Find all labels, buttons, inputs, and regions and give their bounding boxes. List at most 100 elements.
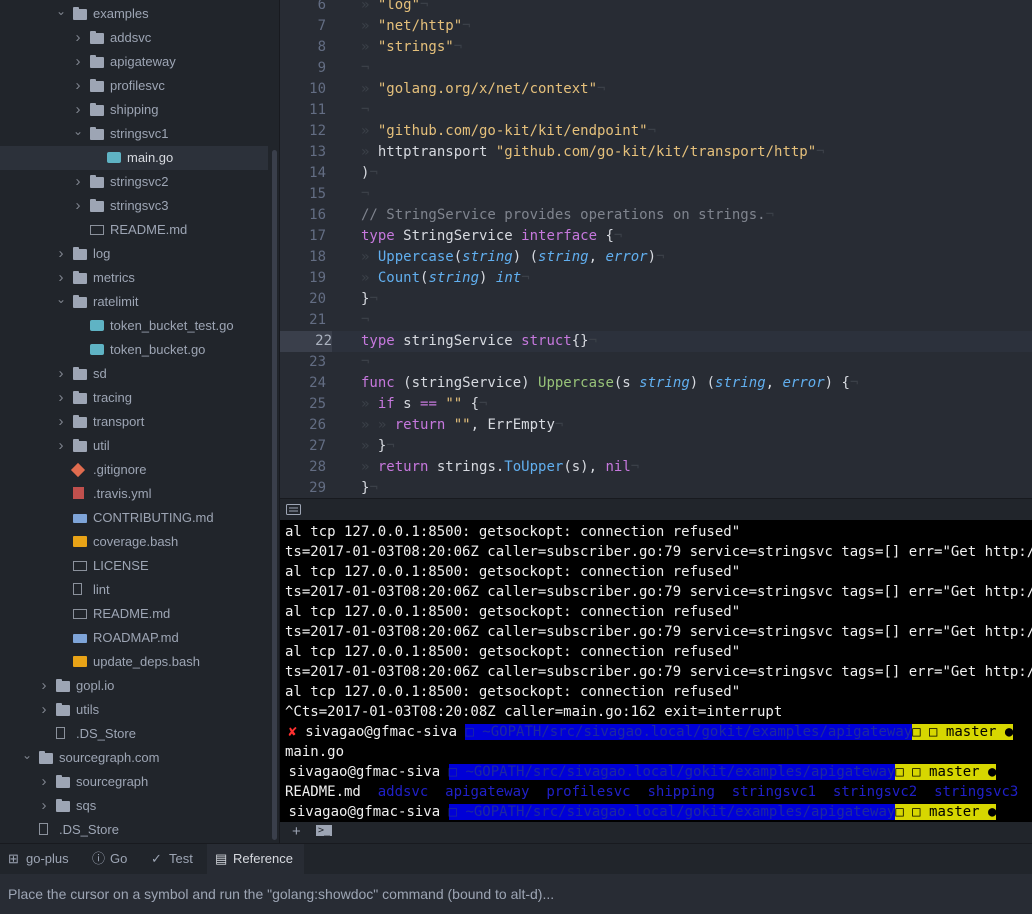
line-number[interactable]: 20 [280, 289, 326, 310]
tree-item[interactable]: update_deps.bash [0, 650, 268, 674]
code-line[interactable]: 20}¬ [280, 289, 1032, 310]
tree-item[interactable]: ⌄ stringsvc1 [0, 122, 268, 146]
chevron-right-icon[interactable]: › [73, 74, 83, 98]
tree-item[interactable]: › sqs [0, 794, 268, 818]
line-number[interactable]: 29 [280, 478, 326, 498]
line-number[interactable]: 26 [280, 415, 326, 436]
code-line[interactable]: 8 » "strings"¬ [280, 37, 1032, 58]
chevron-down-icon[interactable]: ⌄ [56, 287, 66, 311]
line-number[interactable]: 12 [280, 121, 326, 142]
line-number[interactable]: 7 [280, 16, 326, 37]
code-line[interactable]: 10 » "golang.org/x/net/context"¬ [280, 79, 1032, 100]
tree-item[interactable]: › log [0, 242, 268, 266]
terminal-panel[interactable]: al tcp 127.0.0.1:8500: getsockopt: conne… [280, 520, 1032, 822]
tree-item[interactable]: › gopl.io [0, 674, 268, 698]
tree-item[interactable]: › utils [0, 698, 268, 722]
code-line[interactable]: 26 » » return "", ErrEmpty¬ [280, 415, 1032, 436]
line-number[interactable]: 22 [280, 331, 332, 352]
terminal-toggle-icon[interactable]: >_ [316, 825, 333, 836]
line-number[interactable]: 8 [280, 37, 326, 58]
tree-item[interactable]: › sourcegraph [0, 770, 268, 794]
tree-item[interactable]: token_bucket.go [0, 338, 268, 362]
line-number[interactable]: 18 [280, 247, 326, 268]
tab-go[interactable]: ⓘ Go [84, 844, 142, 874]
code-line[interactable]: 7 » "net/http"¬ [280, 16, 1032, 37]
line-number[interactable]: 6 [280, 0, 326, 16]
tree-item[interactable]: › profilesvc [0, 74, 268, 98]
tree-item[interactable]: › stringsvc2 [0, 170, 268, 194]
chevron-right-icon[interactable]: › [73, 194, 83, 218]
line-number[interactable]: 9 [280, 58, 326, 79]
tree-item[interactable]: .gitignore [0, 458, 268, 482]
tab-go-plus[interactable]: ⊞ go-plus [0, 844, 82, 874]
chevron-down-icon[interactable]: ⌄ [56, 0, 66, 23]
tree-item[interactable]: › addsvc [0, 26, 268, 50]
tree-item[interactable]: › tracing [0, 386, 268, 410]
chevron-right-icon[interactable]: › [56, 362, 66, 386]
tree-item[interactable]: › util [0, 434, 268, 458]
line-number[interactable]: 25 [280, 394, 326, 415]
line-number[interactable]: 21 [280, 310, 326, 331]
code-line[interactable]: 25 » if s == "" {¬ [280, 394, 1032, 415]
chevron-down-icon[interactable]: ⌄ [73, 119, 83, 143]
code-line[interactable]: 23 ¬ [280, 352, 1032, 373]
line-number[interactable]: 24 [280, 373, 326, 394]
chevron-right-icon[interactable]: › [39, 794, 49, 818]
tree-item[interactable]: coverage.bash [0, 530, 268, 554]
project-tree[interactable]: ⌄ examples › addsvc › apigateway › profilesvc › s… [0, 0, 280, 843]
tree-item[interactable]: .travis.yml [0, 482, 268, 506]
tree-item[interactable]: ROADMAP.md [0, 626, 268, 650]
code-line[interactable]: 6 » "log"¬ [280, 0, 1032, 16]
tree-item[interactable]: .DS_Store [0, 722, 268, 746]
tab-test[interactable]: ✓ Test [143, 844, 205, 874]
tree-item[interactable]: ⌄ examples [0, 2, 268, 26]
code-line[interactable]: 13 » httptransport "github.com/go-kit/kit… [280, 142, 1032, 163]
code-line[interactable]: 17 type StringService interface {¬ [280, 226, 1032, 247]
chevron-right-icon[interactable]: › [39, 770, 49, 794]
chevron-right-icon[interactable]: › [56, 242, 66, 266]
tree-item[interactable]: › sd [0, 362, 268, 386]
terminal-icon[interactable] [286, 504, 302, 516]
chevron-right-icon[interactable]: › [73, 50, 83, 74]
code-line[interactable]: 12 » "github.com/go-kit/kit/endpoint"¬ [280, 121, 1032, 142]
tree-item[interactable]: › metrics [0, 266, 268, 290]
code-line[interactable]: 15 ¬ [280, 184, 1032, 205]
line-number[interactable]: 11 [280, 100, 326, 121]
code-line[interactable]: 21 ¬ [280, 310, 1032, 331]
chevron-right-icon[interactable]: › [56, 410, 66, 434]
tree-item[interactable]: LICENSE [0, 554, 268, 578]
line-number[interactable]: 14 [280, 163, 326, 184]
tree-item[interactable]: › shipping [0, 98, 268, 122]
chevron-right-icon[interactable]: › [56, 386, 66, 410]
new-terminal-button[interactable]: + [292, 823, 301, 840]
tree-item[interactable]: .DS_Store [0, 818, 268, 842]
chevron-right-icon[interactable]: › [73, 170, 83, 194]
chevron-down-icon[interactable]: ⌄ [22, 743, 32, 767]
tree-item[interactable]: README.md [0, 218, 268, 242]
tab-reference[interactable]: ▤ Reference [207, 844, 304, 874]
code-line[interactable]: 14)¬ [280, 163, 1032, 184]
code-line[interactable]: 27 » }¬ [280, 436, 1032, 457]
code-line[interactable]: 9 ¬ [280, 58, 1032, 79]
tree-item[interactable]: ⌄ sourcegraph.com [0, 746, 268, 770]
tree-item[interactable]: token_bucket_test.go [0, 314, 268, 338]
line-number[interactable]: 15 [280, 184, 326, 205]
tree-item[interactable]: › stringsvc3 [0, 194, 268, 218]
tree-item[interactable]: ⌄ ratelimit [0, 290, 268, 314]
code-line[interactable]: 19 » Count(string) int¬ [280, 268, 1032, 289]
line-number[interactable]: 19 [280, 268, 326, 289]
code-line[interactable]: 29}¬ [280, 478, 1032, 498]
line-number[interactable]: 28 [280, 457, 326, 478]
code-line[interactable]: 28 » return strings.ToUpper(s), nil¬ [280, 457, 1032, 478]
line-number[interactable]: 27 [280, 436, 326, 457]
code-line[interactable]: 16 // StringService provides operations o… [280, 205, 1032, 226]
code-line[interactable]: 24 func (stringService) Uppercase(s strin… [280, 373, 1032, 394]
tree-item[interactable]: › apigateway [0, 50, 268, 74]
line-number[interactable]: 23 [280, 352, 326, 373]
tree-item[interactable]: › transport [0, 410, 268, 434]
chevron-right-icon[interactable]: › [73, 26, 83, 50]
line-number[interactable]: 16 [280, 205, 326, 226]
tree-item[interactable]: README.md [0, 602, 268, 626]
tree-item[interactable]: lint [0, 578, 268, 602]
code-line[interactable]: 11 ¬ [280, 100, 1032, 121]
